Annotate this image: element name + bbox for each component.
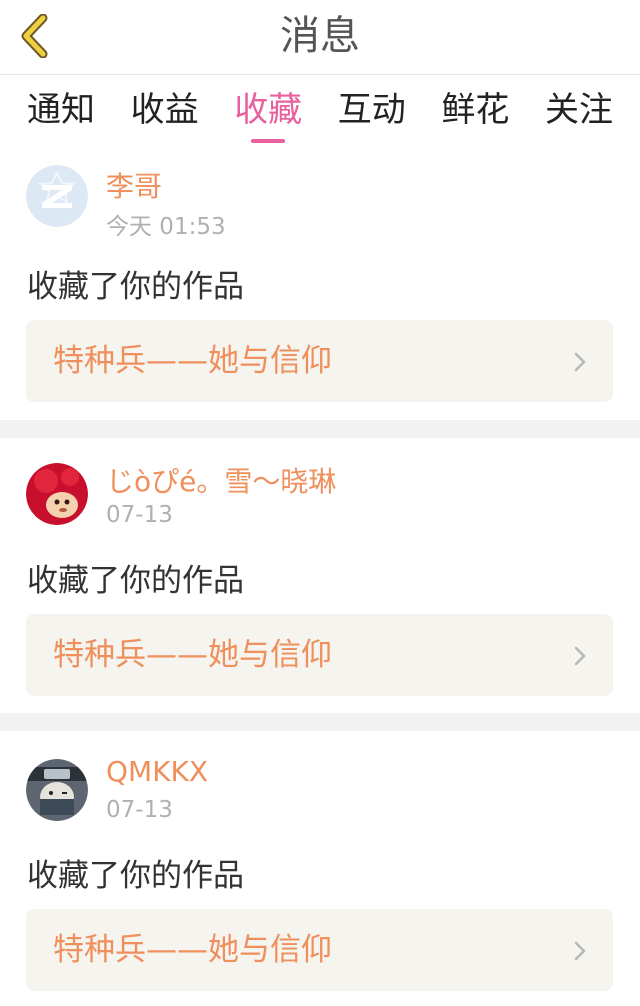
tab-label: 通知 [27,90,95,130]
tab-label: 互动 [337,90,406,130]
tab-favorites[interactable]: 收藏 [233,75,303,145]
timestamp: 今天 01:53 [106,214,226,240]
tab-label: 收益 [130,90,199,130]
work-link[interactable]: 特种兵——她与信仰 [26,614,613,696]
work-link[interactable]: 特种兵——她与信仰 [26,909,613,991]
work-link[interactable]: 特种兵——她与信仰 [26,320,613,402]
page-title: 消息 [280,13,360,59]
tab-label: 关注 [544,90,613,130]
user-name[interactable]: 李哥 [106,165,162,205]
timestamp: 07-13 [106,797,173,823]
work-title: 特种兵——她与信仰 [53,637,332,673]
user-name[interactable]: QMKKX [106,755,208,788]
red-monkey-avatar-icon[interactable] [26,463,88,525]
tab-earnings[interactable]: 收益 [130,75,200,145]
qq-default-avatar-icon[interactable] [26,165,88,227]
work-title: 特种兵——她与信仰 [53,343,332,379]
chevron-right-icon [574,352,586,372]
tab-bar: 通知 收益 收藏 互动 鲜花 关注 [0,75,640,145]
tab-follow[interactable]: 关注 [544,75,614,145]
top-bar: 消息 [0,0,640,75]
tab-label: 鲜花 [441,90,510,130]
action-text: 收藏了你的作品 [27,563,244,599]
chevron-right-icon [574,941,586,961]
action-text: 收藏了你的作品 [27,269,244,305]
divider [0,713,640,731]
list-item: QMKKX 07-13 收藏了你的作品 特种兵——她与信仰 [0,731,640,1006]
ninja-avatar-icon[interactable] [26,759,88,821]
user-name[interactable]: じòぴé。雪～晓琳 [106,460,336,500]
tab-flowers[interactable]: 鲜花 [440,75,510,145]
work-title: 特种兵——她与信仰 [53,932,332,968]
tab-notice[interactable]: 通知 [26,75,96,145]
tab-label: 收藏 [234,90,303,130]
list-item: 李哥 今天 01:53 收藏了你的作品 特种兵——她与信仰 [0,145,640,420]
chevron-right-icon [574,646,586,666]
message-list: 李哥 今天 01:53 收藏了你的作品 特种兵——她与信仰 じòぴé。雪～晓琳 … [0,145,640,1006]
tab-interaction[interactable]: 互动 [337,75,407,145]
timestamp: 07-13 [106,502,173,528]
list-item: じòぴé。雪～晓琳 07-13 收藏了你的作品 特种兵——她与信仰 [0,438,640,713]
active-tab-indicator [251,139,286,143]
divider [0,420,640,438]
action-text: 收藏了你的作品 [27,858,244,894]
